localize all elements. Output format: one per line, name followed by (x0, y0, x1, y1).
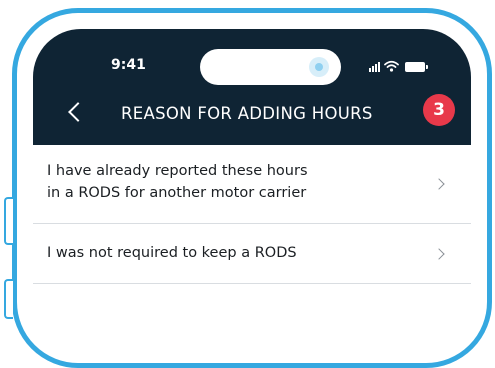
list-item-reported-other-carrier[interactable]: I have already reported these hours in a… (33, 145, 471, 224)
signal-icon (369, 62, 380, 72)
side-button (4, 279, 13, 319)
chevron-left-icon[interactable] (68, 102, 88, 122)
wifi-icon (384, 60, 399, 72)
chevron-right-icon (433, 178, 445, 190)
reason-list: I have already reported these hours in a… (33, 145, 471, 284)
phone-screen: 9:41 REASON FOR ADDING HOURS 3 I have al… (33, 29, 471, 329)
header-bar: 9:41 REASON FOR ADDING HOURS 3 (33, 29, 471, 145)
list-item-label: I was not required to keep a RODS (47, 245, 297, 261)
list-item-not-required-rods[interactable]: I was not required to keep a RODS (33, 224, 471, 284)
status-icons (369, 58, 428, 72)
status-time: 9:41 (111, 57, 146, 73)
side-button (4, 197, 13, 245)
chevron-right-icon (433, 248, 445, 260)
camera-icon (309, 57, 329, 77)
battery-icon (405, 62, 428, 72)
page-title: REASON FOR ADDING HOURS (121, 104, 373, 123)
step-badge: 3 (423, 94, 455, 126)
dynamic-island (200, 49, 341, 85)
list-item-label: I have already reported these hours in a… (47, 163, 308, 201)
